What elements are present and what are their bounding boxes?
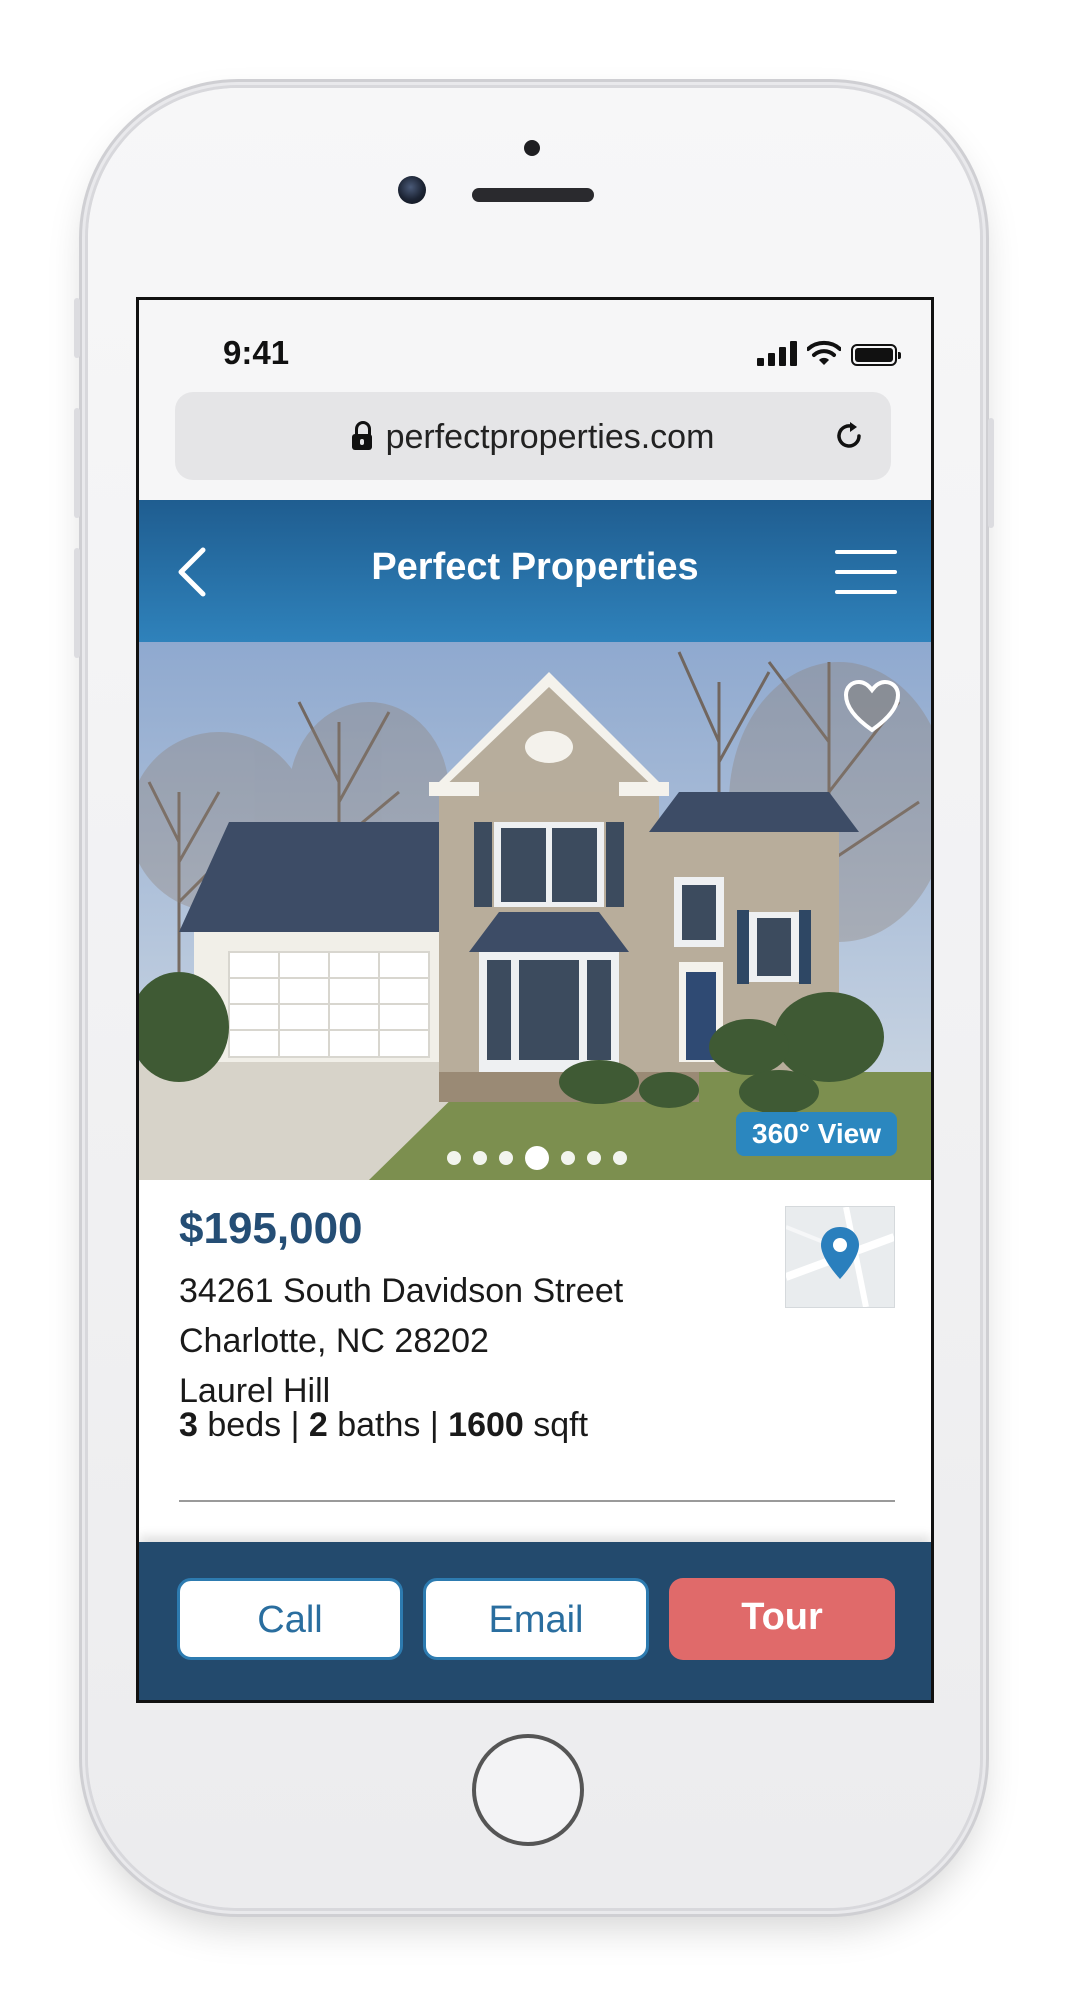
phone-frame: 9:41 perfectproperties.com Perfect Prope…: [74, 88, 994, 1908]
hamburger-menu-icon[interactable]: [835, 550, 897, 594]
carousel-dot[interactable]: [587, 1151, 601, 1165]
carousel-dot[interactable]: [447, 1151, 461, 1165]
power-button: [988, 418, 994, 528]
proximity-sensor: [524, 140, 540, 156]
tour-button[interactable]: Tour: [669, 1578, 895, 1660]
spec-separator: |: [429, 1406, 439, 1444]
address-bar[interactable]: perfectproperties.com: [175, 392, 891, 480]
phone-screen: 9:41 perfectproperties.com Perfect Prope…: [136, 297, 934, 1703]
carousel-dot[interactable]: [499, 1151, 513, 1165]
carousel-dot[interactable]: [473, 1151, 487, 1165]
carousel-dot[interactable]: [561, 1151, 575, 1165]
carousel-indicator[interactable]: [447, 1146, 627, 1170]
signal-icon: [757, 340, 797, 366]
earpiece-speaker: [472, 188, 594, 202]
email-button[interactable]: Email: [423, 1578, 649, 1660]
360-view-button[interactable]: 360° View: [736, 1112, 897, 1156]
status-bar: 9:41: [139, 300, 931, 390]
home-button[interactable]: [472, 1734, 584, 1846]
carousel-dot[interactable]: [613, 1151, 627, 1165]
beds-count: 3: [179, 1406, 198, 1444]
browser-chrome: perfectproperties.com: [139, 390, 931, 500]
baths-count: 2: [308, 1406, 328, 1444]
action-bar: Call Email Tour: [139, 1542, 931, 1700]
volume-up-button: [74, 408, 80, 518]
url-display[interactable]: perfectproperties.com: [175, 418, 891, 457]
sqft-value: 1600: [448, 1406, 524, 1444]
map-thumbnail[interactable]: [785, 1206, 895, 1308]
call-button[interactable]: Call: [177, 1578, 403, 1660]
wifi-icon: [807, 340, 841, 365]
property-photo[interactable]: 360° View: [139, 642, 931, 1180]
listing-specs: 3 beds | 2 baths | 1600 sqft: [179, 1406, 588, 1445]
listing-details: $195,000 34261 South Davidson Street Cha…: [139, 1180, 931, 1540]
carousel-dot-active[interactable]: [525, 1146, 549, 1170]
battery-icon: [851, 344, 901, 366]
beds-label: beds: [207, 1406, 282, 1444]
app-title: Perfect Properties: [371, 546, 699, 588]
sqft-label: sqft: [533, 1406, 589, 1444]
baths-label: baths: [337, 1406, 421, 1444]
listing-price: $195,000: [179, 1204, 363, 1253]
status-icons: [757, 340, 901, 366]
lock-icon: [351, 421, 372, 450]
favorite-heart-icon[interactable]: [843, 680, 901, 734]
map-pin-icon: [786, 1207, 894, 1307]
url-text: perfectproperties.com: [385, 418, 715, 456]
address-city: Charlotte, NC 28202: [179, 1322, 489, 1360]
section-divider: [179, 1500, 895, 1502]
front-camera: [398, 176, 426, 204]
app-header: Perfect Properties: [139, 500, 931, 642]
status-time: 9:41: [223, 334, 290, 371]
reload-icon[interactable]: [833, 420, 865, 452]
house-illustration: [139, 642, 931, 1180]
spec-separator: |: [290, 1406, 300, 1444]
mute-switch: [74, 298, 80, 358]
volume-down-button: [74, 548, 80, 658]
address-street: 34261 South Davidson Street: [179, 1272, 624, 1310]
